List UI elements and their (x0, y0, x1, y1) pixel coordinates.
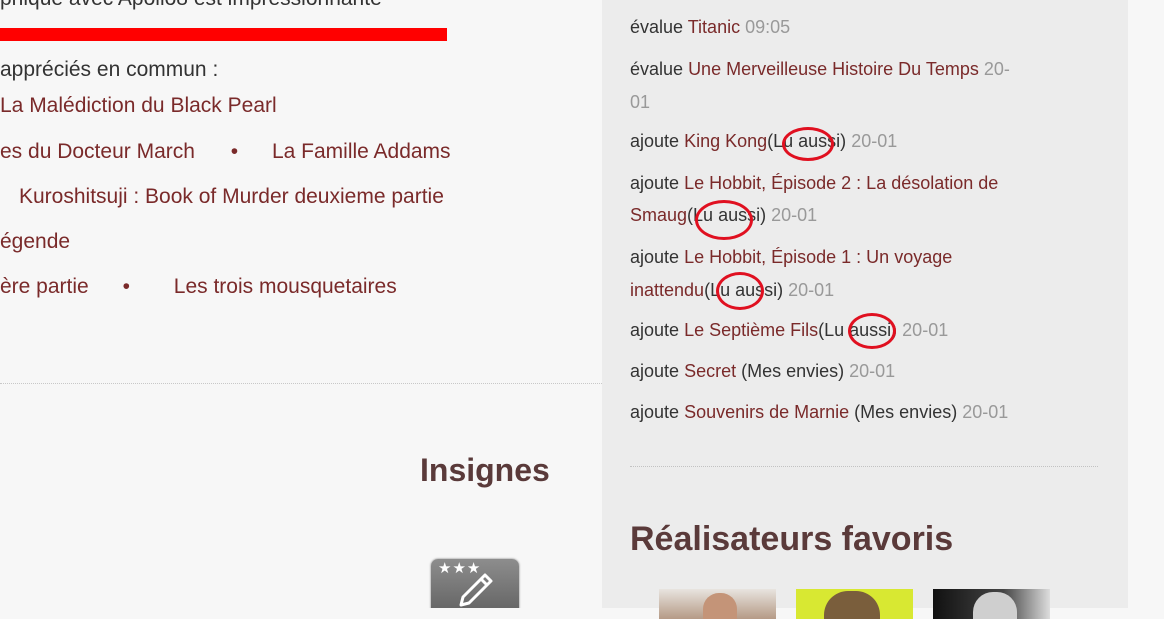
activity-title-link[interactable]: Le Hobbit, Épisode 2 : La désolation de (684, 173, 998, 193)
bullet-separator: • (230, 140, 239, 163)
annotation-circle (716, 272, 764, 310)
activity-date: 20-01 (902, 320, 949, 340)
common-item-link[interactable]: La Malédiction du Black Pearl (0, 94, 277, 117)
activity-item: ajoute Le Septième Fils(Lu aussi) 20-01 (630, 320, 949, 340)
activity-title-link[interactable]: inattendu (630, 280, 704, 300)
activity-date: 01 (630, 92, 651, 112)
bullet-separator: • (122, 275, 130, 298)
activity-item: ajoute Le Hobbit, Épisode 1 : Un voyage (630, 247, 953, 267)
activity-title-link[interactable]: Titanic (688, 17, 740, 37)
common-item-link[interactable]: égende (0, 230, 70, 253)
activity-item: évalue Titanic 09:05 (630, 17, 791, 37)
common-label: appréciés en commun : (0, 58, 219, 81)
activity-item: ajoute Le Hobbit, Épisode 2 : La désolat… (630, 173, 999, 193)
realisateurs-heading: Réalisateurs favoris (630, 520, 954, 558)
annotation-circle (695, 200, 753, 240)
director-photo[interactable] (796, 589, 913, 619)
activity-title-link[interactable]: Souvenirs de Marnie (684, 402, 849, 422)
activity-title-link[interactable]: Secret (684, 361, 736, 381)
common-item-link[interactable]: Les trois mousquetaires (174, 275, 397, 298)
review-quote: phique avec Apollo8 est impressionnante (0, 0, 382, 11)
insignes-heading: Insignes (420, 452, 550, 488)
activity-title-link[interactable]: King Kong (684, 131, 767, 151)
red-highlight-bar (0, 28, 447, 41)
activity-date: 20-01 (849, 361, 896, 381)
director-photo[interactable] (933, 589, 1050, 619)
activity-item: ajoute Secret (Mes envies) 20-01 (630, 361, 896, 381)
section-divider (0, 383, 602, 384)
activity-title-link[interactable]: Le Septième Fils (684, 320, 818, 340)
pen-icon (459, 573, 493, 607)
activity-date: 20-01 (962, 402, 1009, 422)
annotation-circle (782, 127, 834, 161)
activity-title-link[interactable]: Le Hobbit, Épisode 1 : Un voyage (684, 247, 952, 267)
annotation-circle (848, 313, 896, 349)
common-item-link[interactable]: Kuroshitsuji : Book of Murder deuxieme p… (19, 185, 444, 208)
activity-date: 20- (983, 59, 1010, 79)
activity-title-link[interactable]: Une Merveilleuse Histoire Du Temps (688, 59, 979, 79)
activity-date: 20-01 (851, 131, 898, 151)
list-name: (Mes envies) (854, 402, 958, 422)
activity-item: évalue Une Merveilleuse Histoire Du Temp… (630, 59, 1010, 79)
activity-date: 20-01 (788, 280, 835, 300)
activity-date: 20-01 (771, 205, 818, 225)
review-column: phique avec Apollo8 est impressionnante … (0, 0, 602, 608)
activity-date: 09:05 (745, 17, 791, 37)
sidebar-divider (630, 466, 1098, 467)
common-item-link[interactable]: es du Docteur March (0, 140, 195, 163)
activity-title-link[interactable]: Smaug (630, 205, 687, 225)
common-item-link[interactable]: ère partie (0, 275, 89, 298)
activity-item: ajoute King Kong(Lu aussi) 20-01 (630, 131, 898, 151)
director-photo[interactable] (659, 589, 776, 619)
activity-item: ajoute Souvenirs de Marnie (Mes envies) … (630, 402, 1009, 422)
badge[interactable]: ★★★ (431, 559, 519, 608)
list-name: (Mes envies) (741, 361, 845, 381)
common-item-link[interactable]: La Famille Addams (272, 140, 451, 163)
